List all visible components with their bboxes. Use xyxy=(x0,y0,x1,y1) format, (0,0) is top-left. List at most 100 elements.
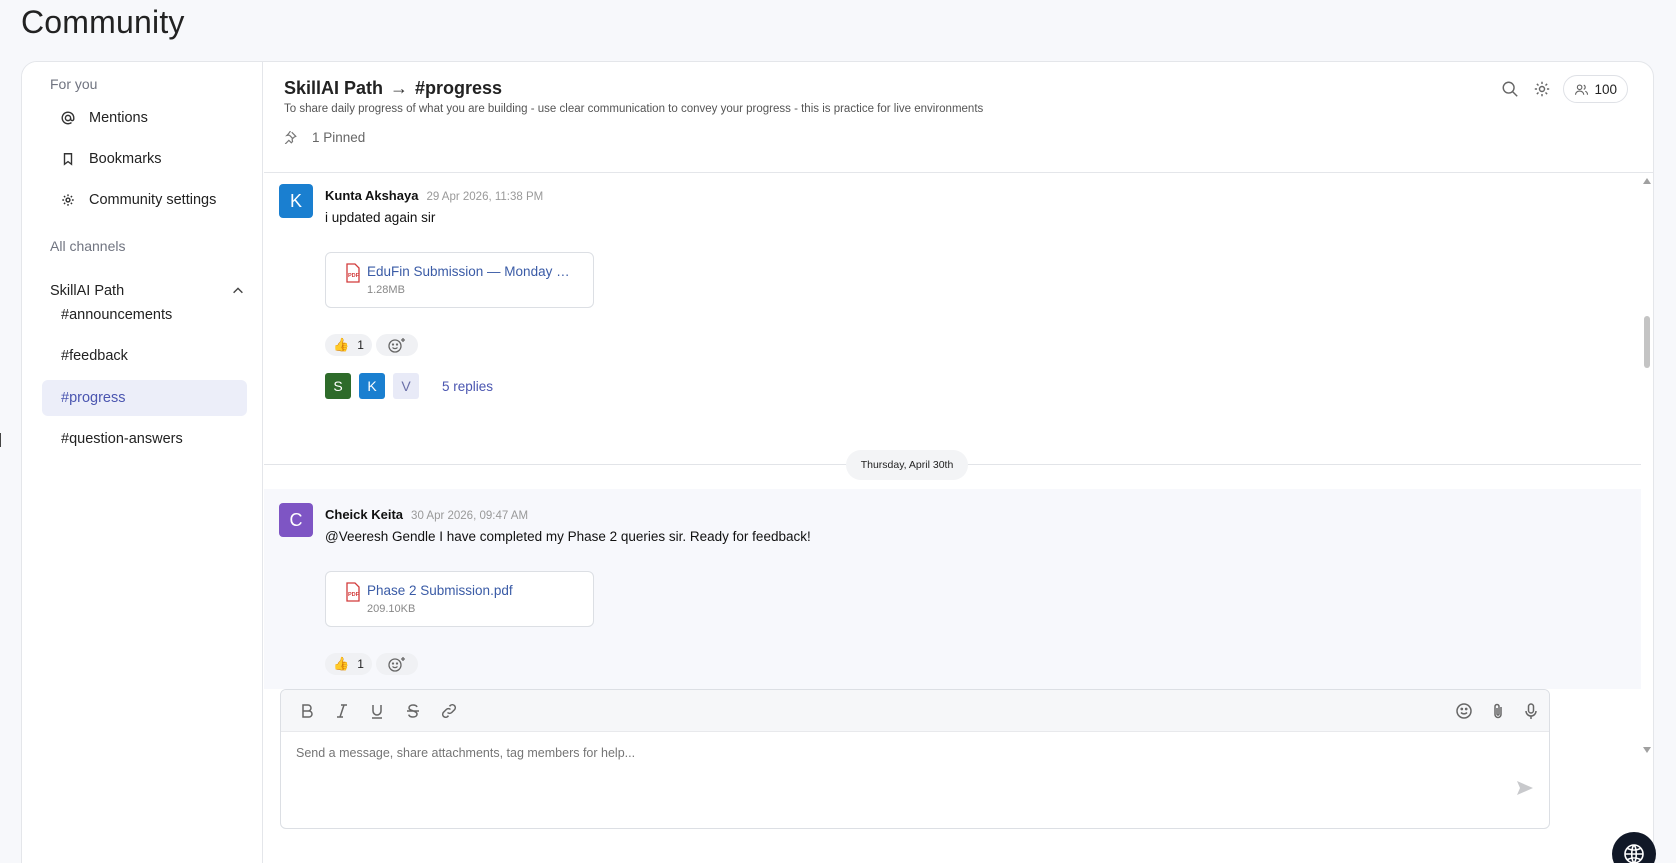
reaction-count: 1 xyxy=(357,338,364,352)
link-button[interactable] xyxy=(438,700,460,722)
author-name[interactable]: Kunta Akshaya xyxy=(325,188,418,203)
message-header: Kunta Akshaya 29 Apr 2026, 11:38 PM xyxy=(325,188,543,203)
paperclip-icon xyxy=(1494,703,1502,719)
sidebar-item-mentions[interactable]: Mentions xyxy=(61,103,148,133)
bold-icon xyxy=(302,704,313,718)
message-list[interactable]: K Kunta Akshaya 29 Apr 2026, 11:38 PM i u… xyxy=(264,174,1653,863)
attachment-name: EduFin Submission — Monday … xyxy=(367,264,570,279)
avatar[interactable]: K xyxy=(279,184,313,218)
avatar[interactable]: C xyxy=(279,503,313,537)
sidebar-item-label: Community settings xyxy=(89,192,217,208)
sidebar: For you Mentions Bookmarks Community set… xyxy=(22,62,263,863)
reply-avatar[interactable]: V xyxy=(393,373,419,399)
view-replies-link[interactable]: 5 replies xyxy=(442,379,493,394)
channel-settings-button[interactable] xyxy=(1531,78,1553,100)
channel-question-answers[interactable]: #question-answers xyxy=(42,421,247,457)
channel-view: SkillAI Path → #progress To share daily … xyxy=(264,62,1653,863)
message-text: i updated again sir xyxy=(325,210,436,225)
sidebar-item-community-settings[interactable]: Community settings xyxy=(61,185,216,215)
pin-icon xyxy=(284,131,297,144)
attachment-size: 209.10KB xyxy=(367,603,416,615)
header-actions: 100 xyxy=(1499,75,1628,103)
date-label: Thursday, April 30th xyxy=(846,450,968,480)
scrollbar-thumb[interactable] xyxy=(1644,316,1650,368)
message-time: 30 Apr 2026, 09:47 AM xyxy=(411,510,529,522)
globe-icon xyxy=(1624,844,1644,863)
message-text: @Veeresh Gendle I have completed my Phas… xyxy=(325,529,811,544)
attachment-size: 1.28MB xyxy=(367,284,405,296)
reaction-chip[interactable]: 👍 1 xyxy=(325,334,372,356)
sidebar-item-label: Mentions xyxy=(89,110,148,126)
all-channels-heading: All channels xyxy=(50,238,126,254)
gear-icon xyxy=(1535,81,1550,97)
members-button[interactable]: 100 xyxy=(1563,75,1628,103)
date-divider: Thursday, April 30th xyxy=(264,450,1641,480)
member-count: 100 xyxy=(1594,81,1617,97)
search-button[interactable] xyxy=(1499,78,1521,100)
message-input[interactable] xyxy=(296,746,1534,760)
microphone-icon xyxy=(1525,703,1537,719)
pinned-label: 1 Pinned xyxy=(312,130,366,145)
pdf-file-icon: PDF xyxy=(346,263,360,283)
author-name[interactable]: Cheick Keita xyxy=(325,507,403,522)
add-reaction-button[interactable] xyxy=(376,334,418,356)
sidebar-item-label: Bookmarks xyxy=(89,151,162,167)
channel-header: SkillAI Path → #progress To share daily … xyxy=(264,62,1653,173)
message-header: Cheick Keita 30 Apr 2026, 09:47 AM xyxy=(325,507,528,522)
thread-summary: S K V 5 replies xyxy=(325,373,493,399)
add-reaction-button[interactable] xyxy=(376,653,418,675)
italic-icon xyxy=(337,704,347,718)
underline-icon xyxy=(372,705,382,719)
community-panel: For you Mentions Bookmarks Community set… xyxy=(21,61,1654,863)
link-icon xyxy=(441,703,457,719)
underline-button[interactable] xyxy=(366,700,388,722)
channel-description: To share daily progress of what you are … xyxy=(284,103,984,115)
reply-avatar[interactable]: S xyxy=(325,373,351,399)
channel-announcements[interactable]: #announcements xyxy=(42,297,247,333)
emoji-button[interactable] xyxy=(1453,700,1475,722)
channel-progress[interactable]: #progress xyxy=(42,380,247,416)
gear-icon xyxy=(62,194,74,206)
svg-text:PDF: PDF xyxy=(348,592,360,598)
window-edge-marker xyxy=(0,433,1,447)
page-title: Community xyxy=(21,4,185,40)
channel-title: SkillAI Path → #progress xyxy=(284,78,502,99)
add-emoji-icon xyxy=(388,657,405,672)
sidebar-item-bookmarks[interactable]: Bookmarks xyxy=(61,144,162,174)
users-icon xyxy=(1575,83,1589,95)
emoji-icon xyxy=(1456,703,1472,719)
message-scrollbar[interactable] xyxy=(1641,174,1653,757)
formatting-toolbar xyxy=(281,690,1549,732)
thumbs-up-emoji: 👍 xyxy=(333,337,350,352)
pinned-messages-button[interactable]: 1 Pinned xyxy=(284,130,365,145)
channel-name: #progress xyxy=(415,78,503,98)
send-icon[interactable] xyxy=(1515,778,1535,798)
strikethrough-icon xyxy=(407,704,419,718)
reaction-count: 1 xyxy=(357,657,364,671)
channel-group-name[interactable]: SkillAI Path xyxy=(284,78,383,99)
arrow-right-icon: → xyxy=(390,78,409,98)
add-emoji-icon xyxy=(388,338,405,353)
svg-text:PDF: PDF xyxy=(348,273,360,279)
thumbs-up-emoji: 👍 xyxy=(333,656,350,671)
scroll-down-arrow-icon[interactable] xyxy=(1643,747,1651,753)
file-attachment[interactable]: PDF Phase 2 Submission.pdf 209.10KB xyxy=(325,571,594,627)
attachment-name: Phase 2 Submission.pdf xyxy=(367,583,513,598)
bookmark-icon xyxy=(63,153,73,166)
italic-button[interactable] xyxy=(331,700,353,722)
file-attachment[interactable]: PDF EduFin Submission — Monday … 1.28MB xyxy=(325,252,594,308)
channel-feedback[interactable]: #feedback xyxy=(42,338,247,374)
chevron-up-icon xyxy=(233,287,243,294)
for-you-heading: For you xyxy=(50,76,98,92)
reaction-chip[interactable]: 👍 1 xyxy=(325,653,372,675)
message-time: 29 Apr 2026, 11:38 PM xyxy=(426,191,544,203)
bold-button[interactable] xyxy=(296,700,318,722)
attach-file-button[interactable] xyxy=(1487,700,1509,722)
search-icon xyxy=(1502,81,1519,97)
reply-avatar[interactable]: K xyxy=(359,373,385,399)
voice-record-button[interactable] xyxy=(1520,700,1542,722)
message-composer xyxy=(280,689,1550,829)
scroll-up-arrow-icon[interactable] xyxy=(1643,178,1651,184)
strikethrough-button[interactable] xyxy=(402,700,424,722)
at-icon xyxy=(61,111,75,125)
